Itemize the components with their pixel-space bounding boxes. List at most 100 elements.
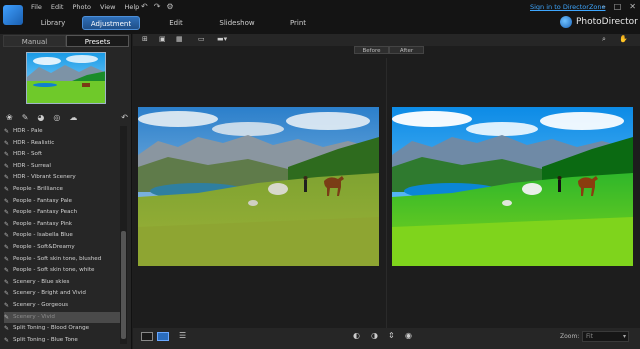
preset-item[interactable]: ✎ HDR - Realistic [4,138,120,150]
preset-label: Split Toning - Blue Tone [13,336,78,343]
preset-label: HDR - Surreal [13,162,51,169]
preset-item[interactable]: ✎ Scenery - Blue skies [4,277,120,289]
preset-label: People - Soft skin tone, blushed [13,255,102,262]
preset-brush-icon: ✎ [4,220,10,228]
grid-icon[interactable]: ▦ [176,35,183,43]
brand-name: PhotoDirector [576,17,638,27]
preset-brush-icon: ✎ [4,278,10,286]
split-icon[interactable]: ⇕ [388,331,395,340]
menu-view[interactable]: View [98,3,122,11]
before-after-labels: Before After [354,46,424,54]
before-photo[interactable] [138,107,379,266]
split-view-button[interactable] [157,332,169,341]
contrast-icon[interactable]: ◑ [371,331,378,340]
preset-item[interactable]: ✎ HDR - Soft [4,149,120,161]
search-icon[interactable]: ⌕ [602,35,606,44]
crop-icon[interactable]: ◉ [405,331,412,340]
close-icon[interactable]: ✕ [629,2,636,11]
radial-icon[interactable]: ◎ [53,113,60,122]
preset-item[interactable]: ✎ Split Toning - Blue Tone [4,335,120,344]
reset-icon[interactable]: ↶ [121,113,128,122]
settings-icon[interactable]: ⚙ [166,2,173,11]
preset-brush-icon: ✎ [4,174,10,182]
preset-label: Scenery - Gorgeous [13,301,69,308]
preset-brush-icon: ✎ [4,128,10,135]
preset-label: Scenery - Bright and Vivid [13,290,86,297]
tab-edit[interactable]: Edit [144,16,208,30]
undo-icon[interactable]: ↶ [141,2,148,11]
viewer-divider [386,58,387,328]
menu-bar: File Edit Photo View Help [29,3,146,11]
list-view-icon[interactable]: ☰ [179,331,186,340]
preset-item[interactable]: ✎ Scenery - Gorgeous [4,300,120,312]
bottom-bar: ☰ ◐ ◑ ⇕ ◉ Zoom: Fit ▾ [133,328,640,349]
preset-item[interactable]: ✎ People - Soft skin tone, white [4,265,120,277]
toggle-icon[interactable]: ◐ [353,331,360,340]
before-after-icon[interactable]: ⊞ [142,35,148,43]
preset-item[interactable]: ✎ HDR - Vibrant Scenery [4,172,120,184]
redo-icon[interactable]: ↷ [154,2,161,11]
tab-adjustment[interactable]: Adjustment [82,16,140,30]
main-tabs: Library Adjustment Edit Slideshow Print [24,16,325,30]
preset-item[interactable]: ✎ People - Isabella Blue [4,230,120,242]
preset-brush-icon: ✎ [4,139,10,147]
preset-item[interactable]: ✎ People - Soft&Dreamy [4,242,120,254]
preset-brush-icon: ✎ [4,151,10,159]
tab-slideshow[interactable]: Slideshow [208,16,266,30]
monitor-icon[interactable]: ▬▾ [217,35,227,43]
gradient-icon[interactable]: ◕ [37,113,44,122]
single-view-button[interactable] [141,332,153,341]
tab-print[interactable]: Print [271,16,325,30]
preset-item[interactable]: ✎ HDR - Pale [4,126,120,138]
preset-item[interactable]: ✎ People - Brilliance [4,184,120,196]
preset-brush-icon: ✎ [4,267,10,275]
preset-tools: ❀ ✎ ◕ ◎ ☁ ↶ [6,113,128,122]
preset-brush-icon: ✎ [4,209,10,217]
preset-item[interactable]: ✎ Scenery - Vivid [4,311,120,324]
preset-label: HDR - Vibrant Scenery [13,174,76,181]
preset-library-icon[interactable]: ❀ [6,113,13,122]
preset-scrollbar-thumb[interactable] [121,231,126,339]
screen-icon[interactable]: ▭ [198,35,205,43]
brush-icon[interactable]: ✎ [22,113,29,122]
after-photo[interactable] [392,107,633,266]
preset-brush-icon: ✎ [4,255,10,263]
preset-item[interactable]: ✎ People - Fantasy Peach [4,207,120,219]
zoom-label: Zoom: [560,333,580,340]
preset-item[interactable]: ✎ People - Fantasy Pale [4,196,120,208]
preset-label: People - Isabella Blue [13,232,73,239]
preset-item[interactable]: ✎ People - Fantasy Pink [4,219,120,231]
preset-item[interactable]: ✎ Scenery - Bright and Vivid [4,288,120,300]
compare-icon[interactable]: ▣ [159,35,166,43]
preset-item[interactable]: ✎ Split Toning - Blood Orange [4,323,120,335]
pan-icon[interactable]: ✋ [619,35,628,43]
sign-in-link[interactable]: Sign in to DirectorZone [530,3,606,11]
photo-viewer: Before After [133,46,640,330]
chevron-down-icon: ▾ [622,333,626,340]
left-panel: Manual Presets ❀ ✎ ◕ ◎ ☁ ↶ ✎ HDR - Pale ✎ H… [0,34,132,349]
panel-subtabs: Manual Presets [3,35,129,47]
preset-brush-icon: ✎ [4,197,10,205]
preset-brush-icon: ✎ [4,336,10,344]
preset-label: HDR - Pale [13,128,43,134]
preset-item[interactable]: ✎ HDR - Surreal [4,161,120,173]
menu-file[interactable]: File [29,3,49,11]
after-label: After [389,46,424,54]
cloud-icon[interactable]: ☁ [69,113,77,122]
minimize-icon[interactable]: – [602,2,606,11]
preset-item[interactable]: ✎ People - Soft skin tone, blushed [4,254,120,266]
tab-presets[interactable]: Presets [66,35,129,47]
zoom-value: Fit [586,333,594,340]
maximize-icon[interactable]: □ [614,2,622,11]
zoom-dropdown[interactable]: Fit ▾ [582,331,629,342]
menu-edit[interactable]: Edit [49,3,71,11]
tab-manual[interactable]: Manual [3,35,66,47]
photodirector-logo-icon [560,16,572,28]
title-bar: File Edit Photo View Help ↶ ↷ ⚙ Sign in … [0,0,640,34]
preset-brush-icon: ✎ [4,162,10,170]
preset-label: Scenery - Vivid [13,313,55,320]
menu-photo[interactable]: Photo [70,3,98,11]
preset-brush-icon: ✎ [4,243,10,251]
tab-library[interactable]: Library [24,16,82,30]
preset-preview-thumbnail [26,52,106,104]
